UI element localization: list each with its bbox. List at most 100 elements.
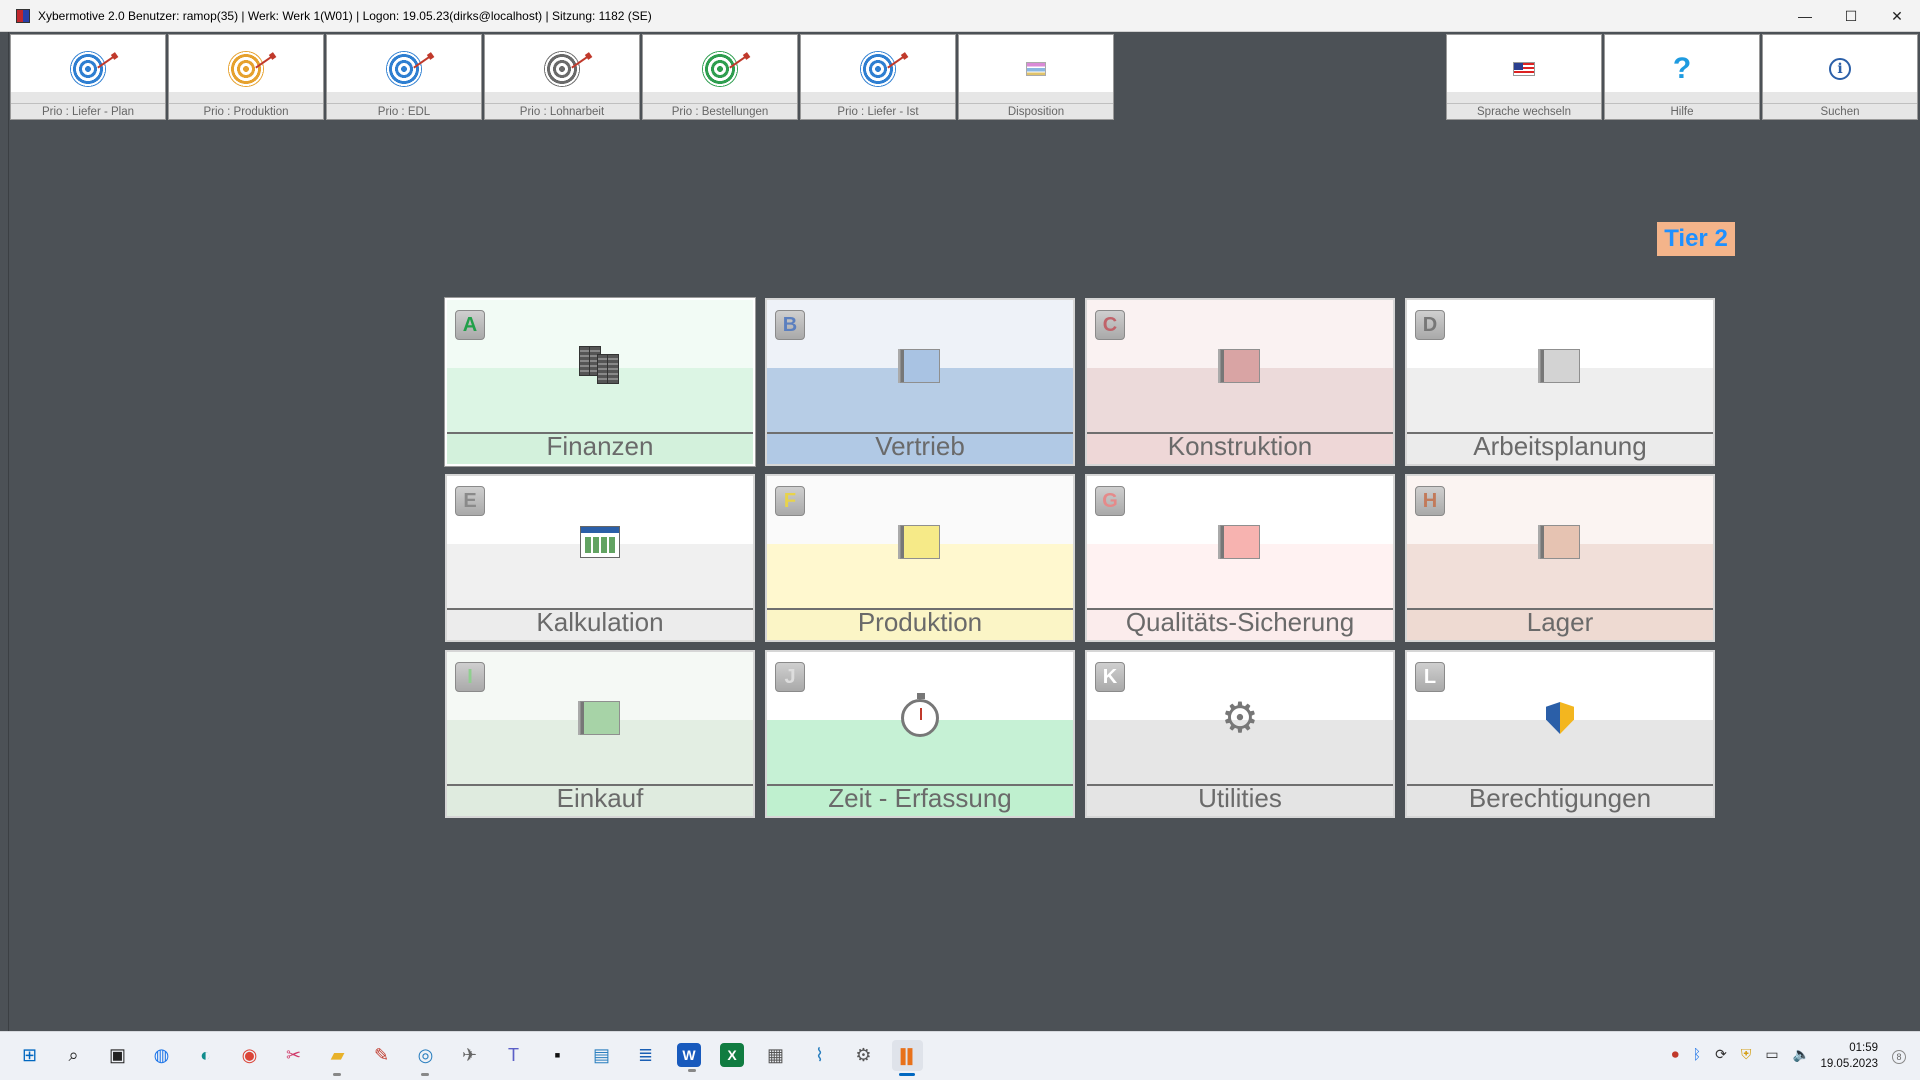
help-icon: ? bbox=[1672, 52, 1692, 85]
red-square-icon bbox=[1220, 349, 1260, 383]
network-icon[interactable]: ▭ bbox=[1765, 1046, 1778, 1063]
us-flag-icon bbox=[1513, 62, 1535, 76]
edge-icon[interactable]: ◐ bbox=[190, 1040, 221, 1071]
module-tile-produktion[interactable]: F Produktion bbox=[765, 474, 1075, 642]
module-grid: A Finanzen B Vertrieb C Konstruktion D Arbeitsp… bbox=[445, 298, 1715, 818]
clock-time: 01:59 bbox=[1849, 1042, 1878, 1054]
toolbar-button-label: Prio : Liefer - Ist bbox=[837, 106, 919, 118]
yellow-square-icon bbox=[900, 525, 940, 559]
snipping-icon[interactable]: ✂ bbox=[278, 1040, 309, 1071]
toolbar-icon-wrap bbox=[70, 35, 115, 103]
toolbar-right-button-0[interactable]: Sprache wechseln bbox=[1446, 34, 1602, 120]
tile-label: Qualitäts-Sicherung bbox=[1125, 607, 1355, 637]
tile-label: Berechtigungen bbox=[1468, 783, 1652, 813]
tile-letter: C bbox=[1095, 310, 1125, 340]
tile-letter: J bbox=[775, 662, 805, 692]
close-button[interactable]: ✕ bbox=[1874, 0, 1920, 32]
app-icon[interactable]: ✎ bbox=[366, 1040, 397, 1071]
module-tile-finanzen[interactable]: A Finanzen bbox=[445, 298, 755, 466]
tile-icon-wrap bbox=[1407, 520, 1713, 564]
tile-letter: I bbox=[455, 662, 485, 692]
toolbar-left-button-1[interactable]: Prio : Produktion bbox=[168, 34, 324, 120]
title-bar: Xybermotive 2.0 Benutzer: ramop(35) | We… bbox=[0, 0, 1920, 32]
notification-count[interactable]: 8 bbox=[1892, 1050, 1906, 1064]
sync-icon[interactable]: ⟳ bbox=[1715, 1046, 1727, 1063]
toolbar-button-label: Prio : Bestellungen bbox=[671, 106, 769, 118]
tile-icon-wrap bbox=[447, 344, 753, 388]
tile-letter: E bbox=[455, 486, 485, 516]
xybermotive-icon[interactable]: ▌▌ bbox=[892, 1040, 923, 1076]
calculator-icon[interactable]: ▦ bbox=[760, 1040, 791, 1071]
toolbar-left-button-4[interactable]: Prio : Bestellungen bbox=[642, 34, 798, 120]
tile-label: Finanzen bbox=[546, 431, 654, 461]
bluetooth-icon[interactable]: ᛒ bbox=[1693, 1046, 1701, 1063]
toolbar-button-label: Hilfe bbox=[1670, 106, 1694, 118]
toolbar-left-button-0[interactable]: Prio : Liefer - Plan bbox=[10, 34, 166, 120]
toolbar-icon-wrap bbox=[1513, 35, 1535, 103]
dart-icon bbox=[729, 55, 747, 69]
system-tray: ⏺ ᛒ ⟳ ⛨ ▭ 🔈 bbox=[1672, 1046, 1810, 1063]
globe-icon[interactable]: ◎ bbox=[410, 1040, 441, 1076]
terminal-icon[interactable]: ▪ bbox=[542, 1040, 573, 1071]
word-icon[interactable]: W bbox=[677, 1043, 701, 1072]
settings-icon[interactable]: ⚙ bbox=[848, 1040, 879, 1071]
dart-icon bbox=[255, 55, 273, 69]
disposition-icon bbox=[1026, 62, 1046, 76]
blue-square-icon bbox=[900, 349, 940, 383]
tile-letter: H bbox=[1415, 486, 1445, 516]
module-tile-arbeitsplanung[interactable]: D Arbeitsplanung bbox=[1405, 298, 1715, 466]
tile-label: Lager bbox=[1526, 607, 1594, 637]
plane-icon[interactable]: ✈ bbox=[454, 1040, 485, 1071]
calculation-window-icon bbox=[580, 526, 620, 558]
volume-icon[interactable]: 🔈 bbox=[1793, 1046, 1810, 1063]
monitor-icon[interactable]: ⌇ bbox=[804, 1040, 835, 1071]
module-tile-utilities[interactable]: K ⚙ Utilities bbox=[1085, 650, 1395, 818]
support-icon[interactable]: ◍ bbox=[146, 1040, 177, 1071]
chrome-icon[interactable]: ◉ bbox=[234, 1040, 265, 1071]
module-tile-kalkulation[interactable]: E Kalkulation bbox=[445, 474, 755, 642]
peach-square-icon bbox=[1540, 525, 1580, 559]
toolbar-left-button-5[interactable]: Prio : Liefer - Ist bbox=[800, 34, 956, 120]
tile-label: Zeit - Erfassung bbox=[828, 783, 1012, 813]
toolbar-right-button-2[interactable]: i Suchen bbox=[1762, 34, 1918, 120]
clock[interactable]: 01:59 19.05.2023 bbox=[1820, 1040, 1878, 1072]
target-green-icon bbox=[702, 51, 747, 87]
toolbar-button-label: Disposition bbox=[1007, 106, 1065, 118]
explorer-icon[interactable]: ▰ bbox=[322, 1040, 353, 1076]
tile-icon-wrap bbox=[1087, 344, 1393, 388]
toolbar-left-button-3[interactable]: Prio : Lohnarbeit bbox=[484, 34, 640, 120]
record-icon[interactable]: ⏺ bbox=[1672, 1046, 1679, 1063]
toolbar-button-label: Prio : EDL bbox=[377, 106, 431, 118]
task-view-icon[interactable]: ▣ bbox=[102, 1040, 133, 1071]
dart-icon bbox=[413, 55, 431, 69]
excel-icon[interactable]: X bbox=[720, 1043, 744, 1067]
target-orange-icon bbox=[228, 51, 273, 87]
toolbar-left-button-6[interactable]: Disposition bbox=[958, 34, 1114, 120]
toolbar-left-button-2[interactable]: Prio : EDL bbox=[326, 34, 482, 120]
remote-desktop-icon[interactable]: ▤ bbox=[586, 1040, 617, 1071]
module-tile-zeit-erfassung[interactable]: J Zeit - Erfassung bbox=[765, 650, 1075, 818]
toolbar-button-label: Prio : Produktion bbox=[203, 106, 289, 118]
green-square-icon bbox=[580, 701, 620, 735]
notepad-icon[interactable]: ≣ bbox=[630, 1040, 661, 1071]
tile-letter: B bbox=[775, 310, 805, 340]
shield-icon bbox=[1546, 702, 1574, 734]
module-tile-qualitäts-sicherung[interactable]: G Qualitäts-Sicherung bbox=[1085, 474, 1395, 642]
module-tile-lager[interactable]: H Lager bbox=[1405, 474, 1715, 642]
search-icon[interactable]: ⌕ bbox=[58, 1040, 89, 1071]
module-tile-vertrieb[interactable]: B Vertrieb bbox=[765, 298, 1075, 466]
tile-label: Produktion bbox=[857, 607, 983, 637]
toolbar-button-label: Suchen bbox=[1820, 106, 1860, 118]
tile-letter: F bbox=[775, 486, 805, 516]
toolbar-right-button-1[interactable]: ? Hilfe bbox=[1604, 34, 1760, 120]
toolbar-button-label: Prio : Lohnarbeit bbox=[519, 106, 605, 118]
taskbar-apps: ⊞ ⌕ ▣ ◍ ◐ ◉ ✂ ▰ ✎ ◎ ✈ T ▪ ▤ ≣ W X ▦ ⌇ ⚙ ▌▌ bbox=[14, 1040, 923, 1076]
module-tile-berechtigungen[interactable]: L Berechtigungen bbox=[1405, 650, 1715, 818]
windows-start-icon[interactable]: ⊞ bbox=[14, 1040, 45, 1071]
security-icon[interactable]: ⛨ bbox=[1741, 1046, 1752, 1063]
minimize-button[interactable]: — bbox=[1782, 0, 1828, 32]
module-tile-einkauf[interactable]: I Einkauf bbox=[445, 650, 755, 818]
teams-icon[interactable]: T bbox=[498, 1040, 529, 1071]
module-tile-konstruktion[interactable]: C Konstruktion bbox=[1085, 298, 1395, 466]
maximize-button[interactable]: ☐ bbox=[1828, 0, 1874, 32]
